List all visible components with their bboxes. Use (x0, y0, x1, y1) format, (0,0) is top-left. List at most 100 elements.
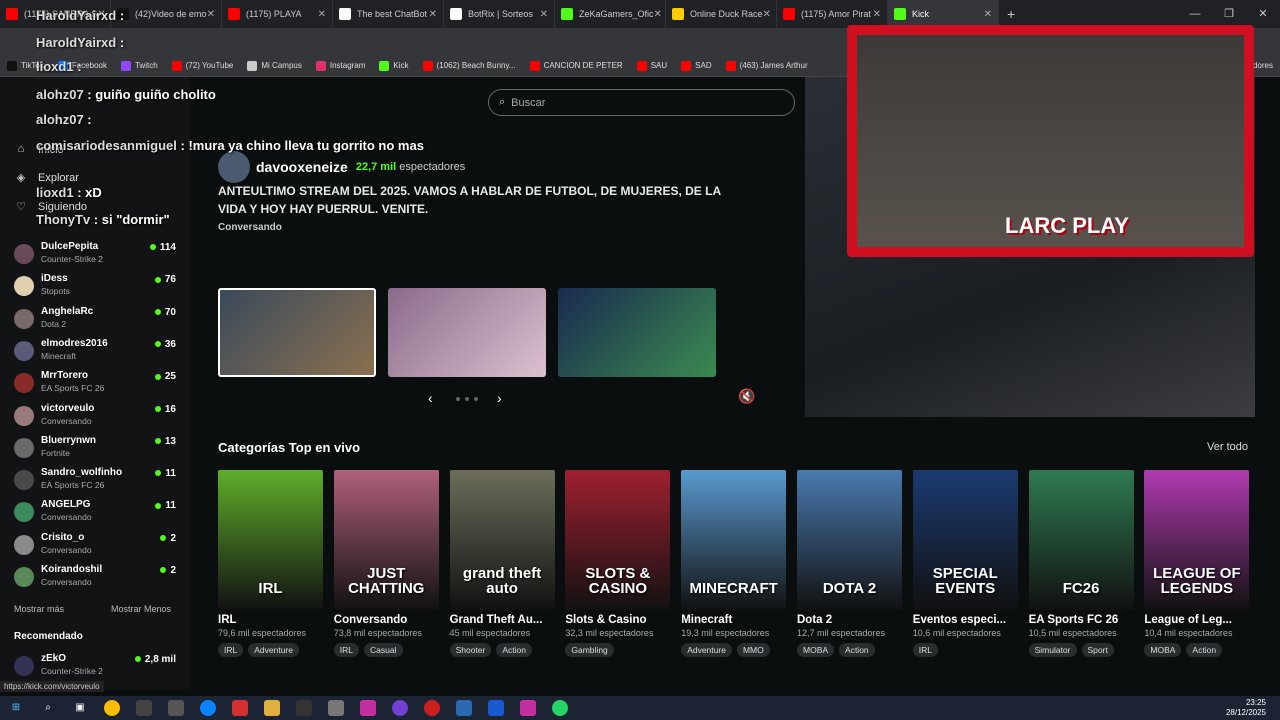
close-icon[interactable]: ✕ (984, 9, 992, 20)
followed-channel[interactable]: Crisito_o Conversando 2 (14, 532, 178, 562)
category-card[interactable]: IRL IRL 79,6 mil espectadores IRL Adventure (218, 470, 323, 657)
category-name[interactable]: Eventos especi... (913, 614, 1018, 626)
whatsapp-icon[interactable] (552, 700, 568, 716)
followed-channel[interactable]: elmodres2016 Minecraft 36 (14, 338, 178, 368)
search-input[interactable]: ⌕ Buscar (488, 89, 795, 116)
search-icon[interactable]: ⌕ (40, 700, 56, 716)
close-icon[interactable]: ✕ (873, 9, 881, 20)
close-icon[interactable]: ✕ (1246, 0, 1280, 28)
category-card[interactable]: SLOTS & CASINO Slots & Casino 32,3 mil esp… (565, 470, 671, 657)
close-icon[interactable]: ✕ (540, 9, 548, 20)
app-icon[interactable] (168, 700, 184, 716)
category-name[interactable]: IRL (218, 614, 323, 626)
browser-tab[interactable]: Kick ✕ (888, 0, 999, 28)
tag-chip[interactable]: Action (496, 643, 532, 657)
bookmark-item[interactable]: SAU (630, 60, 674, 71)
tag-chip[interactable]: Adventure (248, 643, 299, 657)
category-cover[interactable]: DOTA 2 (797, 470, 902, 610)
category-card[interactable]: FC26 EA Sports FC 26 10,5 mil espectadores… (1028, 470, 1134, 657)
show-less-link[interactable]: Mostrar Menos (111, 604, 171, 614)
category-card[interactable]: LEAGUE OF LEGENDS League of Leg... 10,4 mi… (1144, 470, 1250, 657)
tag-chip[interactable]: Action (1186, 643, 1223, 657)
category-name[interactable]: League of Leg... (1144, 614, 1249, 626)
bookmark-item[interactable]: (463) James Arthur (719, 60, 815, 71)
category-cover[interactable]: MINECRAFT (681, 470, 787, 610)
carousel-thumb-3[interactable] (558, 288, 716, 377)
category-name[interactable]: Dota 2 (797, 614, 902, 626)
tag-chip[interactable]: Gambling (565, 643, 614, 657)
tag-chip[interactable]: Shooter (449, 643, 492, 657)
category-cover[interactable]: SLOTS & CASINO (565, 470, 671, 610)
show-more-link[interactable]: Mostrar más (14, 604, 64, 614)
browser-tab[interactable]: Online Duck Race ✕ (666, 0, 777, 28)
category-cover[interactable]: IRL (218, 470, 323, 610)
close-icon[interactable]: ✕ (763, 9, 771, 20)
category-name[interactable]: Slots & Casino (565, 614, 670, 626)
app-icon[interactable] (360, 700, 376, 716)
carousel-thumb-1[interactable] (218, 288, 376, 377)
bookmark-item[interactable]: CANCION DE PETER (523, 60, 630, 71)
store-icon[interactable] (136, 700, 152, 716)
word-icon[interactable] (488, 700, 504, 716)
carousel-thumb-2[interactable] (388, 288, 546, 377)
tag-chip[interactable]: IRL (912, 643, 939, 657)
followed-channel[interactable]: victorveulo Conversando 16 (14, 403, 178, 433)
category-cover[interactable]: grand theft auto (449, 470, 555, 610)
app-icon[interactable] (296, 700, 312, 716)
nav-explorar[interactable]: ◈ Explorar (14, 171, 79, 185)
category-name[interactable]: Conversando (334, 614, 439, 626)
tag-chip[interactable]: Simulator (1028, 643, 1077, 657)
see-all-link[interactable]: Ver todo (1207, 441, 1248, 453)
category-name[interactable]: EA Sports FC 26 (1029, 614, 1134, 626)
browser-tab[interactable]: BotRix | Sorteos ✕ (444, 0, 555, 28)
recommended-channel[interactable]: zEkO Counter-Strike 2 2,8 mil (14, 653, 178, 683)
category-cover[interactable]: SPECIAL EVENTS (912, 470, 1018, 610)
close-icon[interactable]: ✕ (654, 9, 662, 20)
app-icon[interactable] (232, 700, 248, 716)
category-name[interactable]: Grand Theft Au... (450, 614, 555, 626)
tag-chip[interactable]: Casual (364, 643, 403, 657)
minimize-icon[interactable]: — (1178, 0, 1212, 28)
browser-tab[interactable]: (1175) Amor Pirat ✕ (777, 0, 888, 28)
tag-chip[interactable]: MMO (736, 643, 770, 657)
followed-channel[interactable]: iDess Stopots 76 (14, 273, 178, 303)
app-icon[interactable] (424, 700, 440, 716)
carousel-prev-icon[interactable]: ‹ (428, 390, 433, 406)
category-cover[interactable]: FC26 (1028, 470, 1134, 610)
calculator-icon[interactable] (456, 700, 472, 716)
chrome-icon[interactable] (104, 700, 120, 716)
app-icon[interactable] (392, 700, 408, 716)
tag-chip[interactable]: IRL (333, 643, 360, 657)
followed-channel[interactable]: Sandro_wolfinho EA Sports FC 26 11 (14, 467, 178, 497)
bookmark-item[interactable]: SAD (674, 60, 718, 71)
new-tab-icon[interactable]: + (1007, 6, 1015, 22)
followed-channel[interactable]: MrrTorero EA Sports FC 26 25 (14, 370, 178, 400)
category-card[interactable]: grand theft auto Grand Theft Au... 45 mil … (449, 470, 555, 657)
followed-channel[interactable]: DulcePepita Counter-Strike 2 114 (14, 241, 178, 271)
category-name[interactable]: Minecraft (681, 614, 786, 626)
folder-icon[interactable] (264, 700, 280, 716)
edge-icon[interactable] (200, 700, 216, 716)
windows-start-icon[interactable]: ⊞ (8, 700, 24, 716)
tag-chip[interactable]: MOBA (797, 643, 835, 657)
browser-tab[interactable]: ZeKaGamers_Ofic ✕ (555, 0, 666, 28)
category-card[interactable]: SPECIAL EVENTS Eventos especi... 10,6 mil … (912, 470, 1018, 657)
followed-channel[interactable]: AnghelaRc Dota 2 70 (14, 306, 178, 336)
app-icon[interactable] (328, 700, 344, 716)
category-cover[interactable]: JUST CHATTING (333, 470, 439, 610)
followed-channel[interactable]: Koirandoshil Conversando 2 (14, 564, 178, 594)
category-card[interactable]: JUST CHATTING Conversando 73,8 mil especta… (333, 470, 439, 657)
tag-chip[interactable]: Sport (1081, 643, 1114, 657)
mute-icon[interactable]: 🔇 (738, 388, 755, 405)
category-card[interactable]: DOTA 2 Dota 2 12,7 mil espectadores MOBA Act… (797, 470, 902, 657)
tag-chip[interactable]: Action (839, 643, 875, 657)
app-icon[interactable] (520, 700, 536, 716)
tag-chip[interactable]: Adventure (681, 643, 732, 657)
tag-chip[interactable]: IRL (218, 643, 244, 657)
followed-channel[interactable]: Bluerrynwn Fortnite 13 (14, 435, 178, 465)
featured-streamer[interactable]: davooxeneize 22,7 mil espectadores (218, 151, 465, 183)
task-view-icon[interactable]: ▣ (72, 700, 88, 716)
tag-chip[interactable]: MOBA (1144, 643, 1182, 657)
category-cover[interactable]: LEAGUE OF LEGENDS (1144, 470, 1250, 610)
category-card[interactable]: MINECRAFT Minecraft 19,3 mil espectadores A… (681, 470, 787, 657)
